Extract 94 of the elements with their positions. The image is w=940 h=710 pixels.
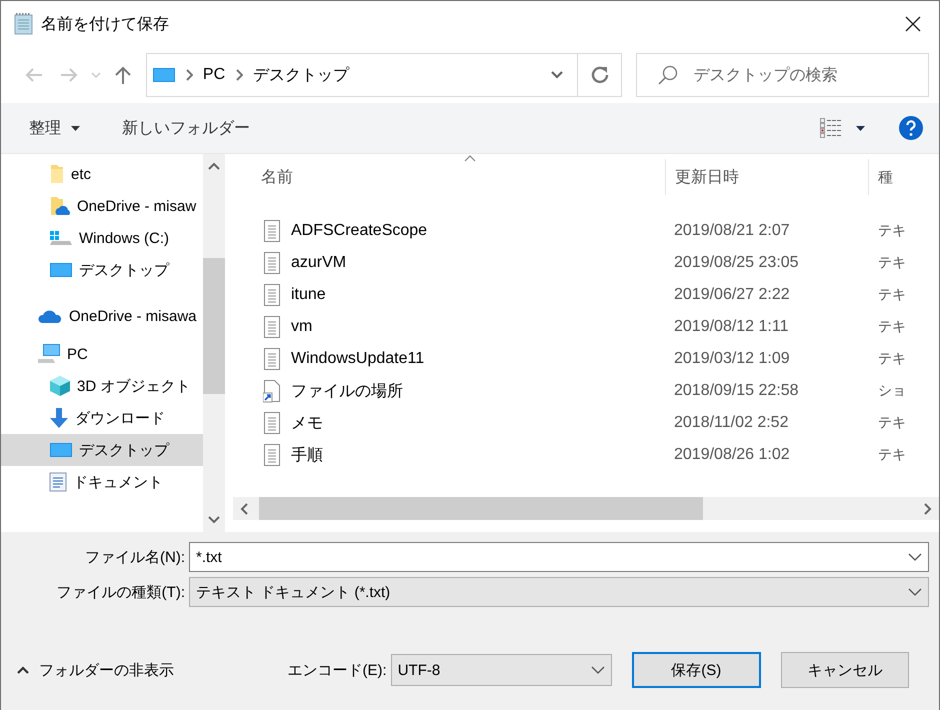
horizontal-scrollbar[interactable] <box>233 497 939 520</box>
text-file-icon <box>263 219 281 243</box>
computer-icon <box>37 343 61 365</box>
shortcut-file-icon <box>263 379 281 403</box>
file-name[interactable]: 手順 <box>291 444 323 466</box>
refresh-icon[interactable] <box>590 66 609 84</box>
encoding-dropdown[interactable]: UTF-8 <box>390 654 612 686</box>
text-file-icon <box>263 283 281 307</box>
monitor-icon <box>49 441 73 459</box>
nav-item[interactable]: ダウンロード <box>1 402 203 434</box>
document-icon <box>49 472 67 492</box>
breadcrumb-chevron-icon <box>184 69 193 81</box>
save-button[interactable]: 保存(S) <box>632 652 760 688</box>
hide-folders-button[interactable]: フォルダーの非表示 <box>1 660 288 680</box>
search-icon <box>657 64 680 86</box>
text-file-icon <box>263 411 281 435</box>
modified-date: 2019/08/12 1:11 <box>674 318 788 335</box>
folder-icon <box>49 164 65 184</box>
file-name[interactable]: vm <box>291 318 312 336</box>
modified-date: 2019/03/12 1:09 <box>674 350 790 367</box>
file-name[interactable]: ADFSCreateScope <box>291 222 428 240</box>
breadcrumb-chevron-icon <box>235 69 244 81</box>
text-file-icon <box>263 315 281 339</box>
file-name[interactable]: itune <box>291 286 326 304</box>
vertical-scrollbar[interactable] <box>203 154 225 532</box>
dropdown-chevron-icon <box>908 588 922 596</box>
dropdown-chevron-icon[interactable] <box>550 70 564 80</box>
table-cell: テキ <box>878 222 906 238</box>
dropdown-chevron-icon <box>590 666 605 674</box>
file-type-dropdown[interactable]: テキスト ドキュメント (*.txt) <box>189 577 929 607</box>
nav-item[interactable]: OneDrive - misaw <box>1 190 203 222</box>
monitor-icon <box>49 261 73 279</box>
table-cell: テキ <box>878 254 906 270</box>
file-name[interactable]: azurVM <box>291 254 346 272</box>
modified-date: 2019/08/26 1:02 <box>674 446 790 463</box>
table-cell: テキ <box>878 350 906 366</box>
file-name-field[interactable]: *.txt <box>189 542 929 572</box>
new-folder-button[interactable]: 新しいフォルダー <box>108 112 264 144</box>
table-cell: テキ <box>878 286 906 302</box>
view-options-icon[interactable] <box>820 118 842 138</box>
nav-item[interactable]: Windows (C:) <box>1 222 203 254</box>
text-file-icon <box>263 443 281 467</box>
field-label: ファイル名(N): <box>84 548 186 566</box>
file-name[interactable]: ファイルの場所 <box>291 380 403 402</box>
text-file-icon <box>263 251 281 275</box>
scroll-right-icon[interactable] <box>924 502 932 514</box>
search-field[interactable]: デスクトップの検索 <box>636 53 930 97</box>
sort-up-icon <box>464 155 476 162</box>
nav-item[interactable]: デスクトップ <box>1 434 203 466</box>
nav-item[interactable]: OneDrive - misawa <box>1 300 203 332</box>
dropdown-chevron-icon <box>908 553 922 561</box>
monitor-icon <box>152 67 175 83</box>
nav-item[interactable]: etc <box>1 158 203 190</box>
column-header[interactable]: 名前 <box>261 168 293 186</box>
file-name[interactable]: WindowsUpdate11 <box>291 350 424 368</box>
caret-icon <box>71 126 80 130</box>
field-label: ファイルの種類(T): <box>56 582 186 602</box>
download-arrow-icon <box>49 407 69 429</box>
organize-button[interactable]: 整理 <box>15 112 94 144</box>
text-file-icon <box>263 347 281 371</box>
encoding-label: エンコード(E): <box>288 660 387 680</box>
scroll-down-icon[interactable] <box>208 516 220 524</box>
window-title: 名前を付けて保存 <box>41 14 170 34</box>
table-cell: テキ <box>878 318 906 334</box>
help-icon[interactable] <box>899 116 923 140</box>
table-cell: テキ <box>878 414 906 430</box>
scroll-up-icon[interactable] <box>208 162 220 170</box>
breadcrumb-item[interactable]: PC <box>202 66 226 84</box>
modified-date: 2019/08/21 2:07 <box>674 222 790 239</box>
column-header[interactable]: 種 <box>878 168 893 186</box>
close-icon[interactable] <box>905 16 921 32</box>
cloud-folder-icon <box>49 196 71 216</box>
notepad-icon <box>13 12 35 36</box>
modified-date: 2018/09/15 22:58 <box>674 382 799 399</box>
cancel-button[interactable]: キャンセル <box>780 652 909 688</box>
nav-item[interactable]: PC <box>1 338 203 370</box>
up-arrow-icon[interactable] <box>112 65 133 85</box>
scroll-left-icon[interactable] <box>240 502 248 514</box>
nav-item[interactable]: デスクトップ <box>1 254 203 286</box>
chevron-up-icon <box>17 666 29 674</box>
modified-date: 2018/11/02 2:52 <box>674 414 788 431</box>
cube-icon <box>49 375 71 397</box>
caret-icon[interactable] <box>856 126 865 130</box>
modified-date: 2019/06/27 2:22 <box>674 286 790 303</box>
breadcrumb-item[interactable]: デスクトップ <box>253 64 350 86</box>
address-bar[interactable]: PC デスクトップ <box>146 53 578 97</box>
table-cell: ショ <box>878 382 906 398</box>
nav-item[interactable]: 3D オブジェクト <box>1 370 203 402</box>
drive-icon <box>49 229 73 247</box>
column-header[interactable]: 更新日時 <box>675 166 739 188</box>
table-cell: テキ <box>878 446 906 462</box>
modified-date: 2019/08/25 23:05 <box>674 254 799 271</box>
nav-item[interactable]: ドキュメント <box>1 466 203 498</box>
file-name[interactable]: メモ <box>291 412 323 434</box>
